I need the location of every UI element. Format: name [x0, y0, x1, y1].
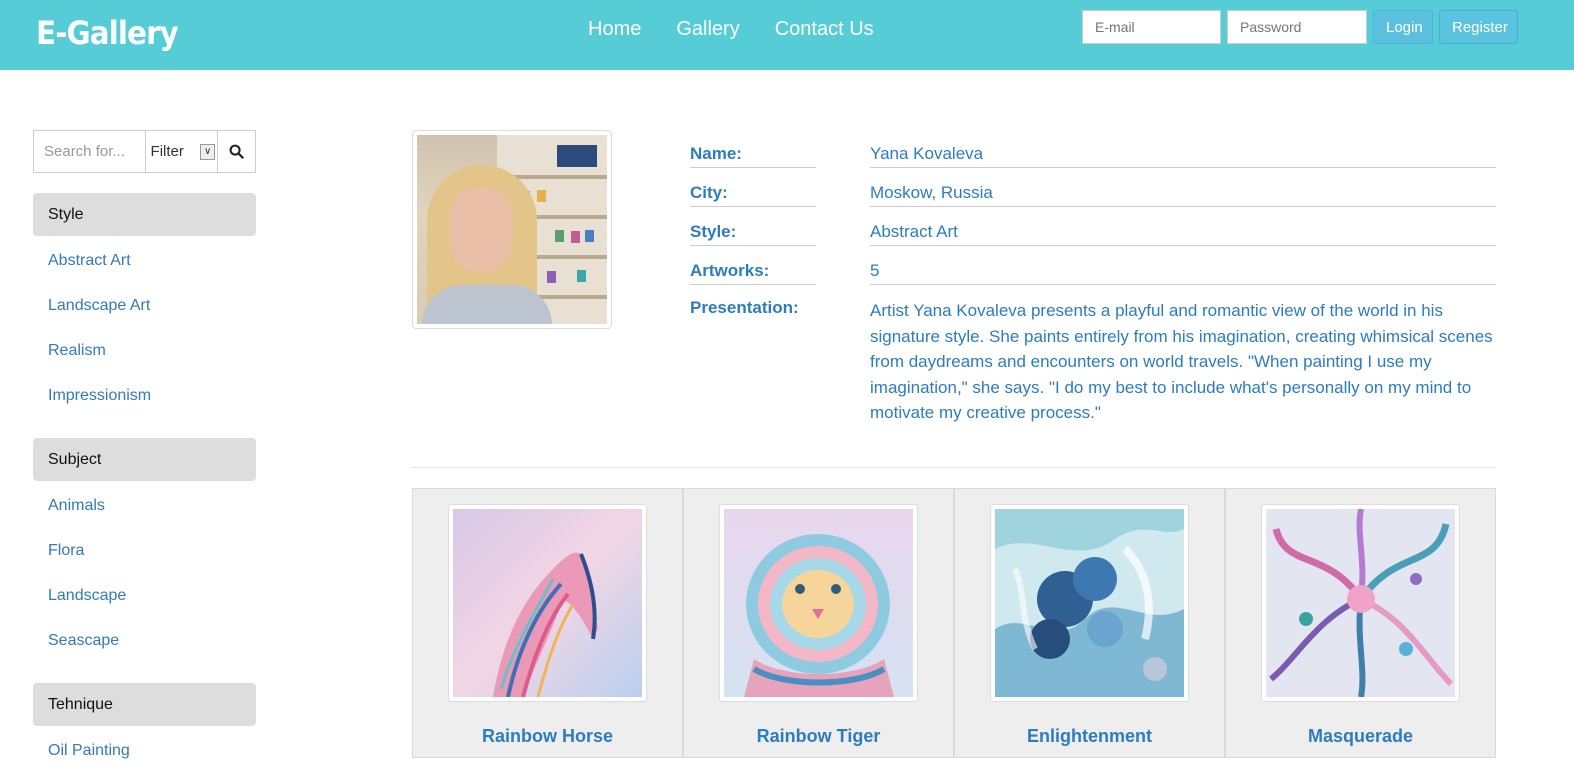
artwork-title[interactable]: Rainbow Tiger	[684, 726, 953, 747]
brand-logo[interactable]: E-Gallery	[36, 14, 179, 52]
login-form: Login Register	[1082, 10, 1518, 44]
artwork-card[interactable]: Enlightenment	[954, 488, 1225, 758]
artwork-title[interactable]: Enlightenment	[955, 726, 1224, 747]
email-field[interactable]	[1082, 10, 1221, 44]
group-header-style: Style	[33, 193, 256, 236]
artist-info: Name: Yana Kovaleva City: Moskow, Russia…	[690, 130, 1496, 426]
search-button[interactable]	[218, 130, 256, 173]
technique-group: Tehnique Oil Painting	[33, 683, 256, 773]
rainbow-horse-image	[453, 509, 642, 698]
subject-link[interactable]: Landscape	[33, 573, 256, 618]
group-header-subject: Subject	[33, 438, 256, 481]
enlightenment-image	[995, 509, 1184, 697]
subject-link[interactable]: Flora	[33, 528, 256, 573]
name-label: Name:	[690, 130, 816, 168]
artwork-thumbnail[interactable]	[448, 504, 647, 702]
style-link[interactable]: Impressionism	[33, 373, 256, 418]
nav-gallery[interactable]: Gallery	[676, 18, 739, 41]
city-value: Moskow, Russia	[870, 169, 1496, 207]
artwork-card[interactable]: Rainbow Horse	[412, 488, 683, 758]
technique-link[interactable]: Oil Painting	[33, 728, 256, 773]
artwork-card[interactable]: Masquerade	[1225, 488, 1496, 758]
artwork-card[interactable]: Rainbow Tiger	[683, 488, 954, 758]
artworks-label: Artworks:	[690, 247, 816, 285]
style-link[interactable]: Abstract Art	[33, 238, 256, 283]
chevron-down-icon: ∨	[200, 144, 216, 160]
style-label: Style:	[690, 208, 816, 246]
rainbow-tiger-image	[724, 509, 913, 697]
register-button[interactable]: Register	[1439, 10, 1518, 44]
artwork-thumbnail[interactable]	[1261, 504, 1460, 702]
filter-value: Filter	[150, 143, 184, 160]
group-header-technique: Tehnique	[33, 683, 256, 726]
nav-home[interactable]: Home	[588, 18, 641, 41]
artwork-gallery: Rainbow Horse Rainbow Tiger Enlightenmen…	[412, 488, 1496, 758]
filter-select[interactable]: Filter ∨	[144, 130, 219, 173]
subject-link[interactable]: Animals	[33, 483, 256, 528]
style-value: Abstract Art	[870, 208, 1496, 246]
sidebar: Search for... Filter ∨ Style Abstract Ar…	[33, 130, 256, 773]
style-group: Style Abstract Art Landscape Art Realism…	[33, 193, 256, 418]
presentation-text: Artist Yana Kovaleva presents a playful …	[870, 301, 1493, 422]
city-label: City:	[690, 169, 816, 207]
artwork-title[interactable]: Rainbow Horse	[413, 726, 682, 747]
artworks-value: 5	[870, 247, 1496, 285]
artwork-title[interactable]: Masquerade	[1226, 726, 1495, 747]
login-button[interactable]: Login	[1373, 10, 1433, 44]
section-divider	[412, 467, 1496, 468]
main-nav: Home Gallery Contact Us	[588, 18, 874, 41]
password-field[interactable]	[1227, 10, 1367, 44]
style-link[interactable]: Realism	[33, 328, 256, 373]
artwork-thumbnail[interactable]	[990, 504, 1189, 702]
masquerade-image	[1266, 508, 1455, 698]
name-value: Yana Kovaleva	[870, 130, 1496, 168]
nav-contact-us[interactable]: Contact Us	[775, 18, 874, 41]
search-input[interactable]: Search for...	[33, 130, 145, 173]
search-icon	[229, 144, 244, 159]
artwork-thumbnail[interactable]	[719, 504, 918, 702]
subject-group: Subject Animals Flora Landscape Seascape	[33, 438, 256, 663]
presentation-label: Presentation:	[690, 298, 799, 317]
top-navbar: E-Gallery Home Gallery Contact Us Login …	[0, 0, 1574, 70]
style-link[interactable]: Landscape Art	[33, 283, 256, 328]
search-bar: Search for... Filter ∨	[33, 130, 256, 173]
subject-link[interactable]: Seascape	[33, 618, 256, 663]
artist-photo	[412, 130, 612, 329]
